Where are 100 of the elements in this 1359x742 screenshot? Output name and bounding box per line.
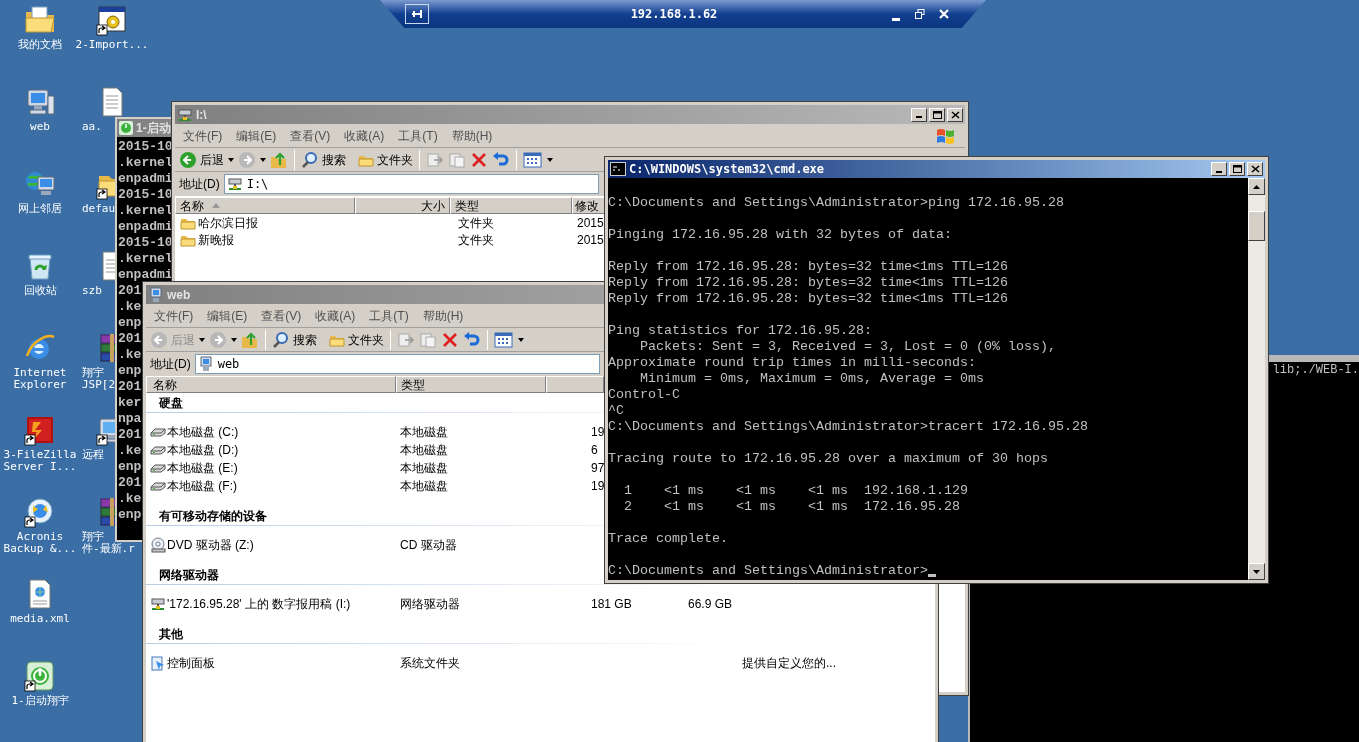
menu-item[interactable]: 查看(V) (261, 306, 302, 325)
desktop-icon-label[interactable]: media.xml (10, 613, 70, 625)
desktop-icon-label[interactable]: JSP[2 (82, 379, 116, 391)
desktop-icon-label[interactable]: 2-Import... (75, 39, 149, 51)
desktop-icon-label[interactable]: 远程 (82, 449, 104, 461)
column-header[interactable]: 名称 (146, 376, 396, 393)
menu-item[interactable]: 文件(F) (183, 126, 223, 145)
desktop-icon-label[interactable]: defau (82, 203, 116, 215)
pin-button[interactable] (405, 4, 429, 24)
caret-icon[interactable] (199, 337, 205, 342)
menu-item[interactable]: 帮助(H) (451, 126, 493, 145)
desktop-icon-label[interactable]: 翔宇 (82, 367, 104, 379)
menu-item[interactable]: 帮助(H) (422, 306, 464, 325)
delete-icon[interactable] (470, 150, 488, 169)
power-icon (119, 121, 133, 135)
scroll-thumb[interactable] (1248, 211, 1265, 241)
menu-item[interactable]: 工具(T) (369, 306, 409, 325)
desktop-icon-label[interactable]: web (30, 121, 50, 133)
console-line: 201 (118, 283, 142, 299)
drive-name[interactable]: DVD 驱动器 (Z:) (167, 536, 254, 554)
restore-button[interactable] (913, 7, 927, 21)
column-header[interactable]: 修改 (572, 197, 605, 214)
desktop-icon-label[interactable]: aa. (82, 121, 102, 133)
close-button[interactable] (1247, 162, 1263, 176)
caret-icon[interactable] (231, 337, 237, 342)
desktop-icon-label[interactable]: 1-启动翔宇 (11, 695, 69, 707)
drive-name[interactable]: 本地磁盘 (C:) (167, 423, 239, 441)
desktop-icon-label[interactable]: Acronis (16, 531, 64, 543)
item-comment: 提供自定义您的... (742, 655, 836, 672)
menu-item[interactable]: 收藏(A) (344, 126, 385, 145)
console-line: npa (118, 411, 142, 427)
caret-icon[interactable] (260, 157, 266, 162)
desktop-icon-label[interactable]: 翔宇 (82, 531, 104, 543)
desktop-icon-label[interactable]: 3-FileZilla (3, 449, 77, 461)
console-line: 2015-10 (118, 139, 173, 155)
drive-name[interactable]: 本地磁盘 (E:) (167, 459, 238, 477)
drive-name[interactable]: 控制面板 (167, 654, 215, 672)
address-field[interactable]: I:\ (223, 174, 599, 194)
desktop-icon-label[interactable]: szb (82, 285, 102, 297)
desktop-icon-label[interactable]: Internet (13, 367, 67, 379)
scroll-up-button[interactable] (1248, 178, 1265, 195)
maximize-button[interactable] (929, 107, 945, 122)
column-header[interactable]: 类型 (450, 197, 572, 214)
desktop-icon-label[interactable]: 回收站 (23, 285, 57, 297)
drive-name[interactable]: '172.16.95.28' 上的 数字报用稿 (I:) (167, 595, 351, 613)
power-icon[interactable] (24, 660, 56, 692)
drive-type: 本地磁盘 (399, 460, 449, 477)
desktop-icon-label[interactable]: Server I... (3, 461, 77, 473)
computer-icon (148, 286, 164, 303)
drive-name[interactable]: 本地磁盘 (F:) (167, 477, 237, 495)
file-name[interactable]: 哈尔滨日报 (198, 213, 258, 232)
desktop-icon-label[interactable]: Backup &... (3, 543, 77, 555)
close-button[interactable] (947, 107, 963, 122)
scrollbar[interactable] (1248, 178, 1265, 580)
desktop-icon-label[interactable]: 我的文档 (18, 39, 62, 51)
undo-icon[interactable] (492, 150, 510, 169)
caret-icon[interactable] (228, 157, 234, 162)
orb-icon[interactable] (24, 496, 56, 528)
folder-icon[interactable] (24, 4, 56, 36)
group-title: 有可移动存储的设备 (159, 507, 267, 525)
file-name[interactable]: 新晚报 (198, 230, 234, 249)
views-icon[interactable] (494, 330, 514, 349)
maximize-button[interactable] (1229, 162, 1245, 176)
minimize-button[interactable] (1211, 162, 1227, 176)
delete-icon[interactable] (441, 330, 459, 349)
menu-item[interactable]: 编辑(E) (236, 126, 277, 145)
console-output: C:\Documents and Settings\Administrator>ping 172.16.95.28 Pinging 172.16.95.28 with 32 bytes of data: Reply from 172.16.95.28: bytes=32 time<1ms TTL=126 Reply from 172.16.95.28: bytes=32 time<1ms TTL=126 Reply from 172.16.95.28: bytes=32 time<1ms TTL=126 Ping statistics for 172.16.95.28: Packets: Sent = 3, Received = 3, Lost = 0 (0% loss), Approximate round trip times in milli-seconds: Minimum = 0ms, Maximum = 0ms, Average = 0ms Control-C ^C C:\Documents and Settings\Administrator>tracert 172.16.95.28 Tracing route to 172.16.95.28 over a maximum of 30 hops 1 <1 ms <1 ms <1 ms 192.168.1.129 2 <1 ms <1 ms <1 ms 172.16.95.28 Trace complete. C:\Documents and Settings\Administrator> (608, 194, 1089, 579)
drive-name[interactable]: 本地磁盘 (D:) (167, 441, 239, 459)
address-field[interactable]: web (194, 354, 600, 374)
folders-button[interactable]: 文件夹 (329, 330, 384, 349)
app-window-icon[interactable] (96, 4, 128, 36)
back-button[interactable]: 后退 (179, 150, 224, 169)
search-button[interactable]: 搜索 (272, 330, 317, 349)
column-header[interactable]: 名称 (175, 197, 355, 214)
column-header[interactable]: 类型 (396, 376, 546, 393)
column-header[interactable]: 大小 (355, 197, 450, 214)
undo-icon[interactable] (463, 330, 481, 349)
views-icon[interactable] (523, 150, 543, 169)
desktop-icon-label[interactable]: Explorer (13, 379, 67, 391)
desktop-icon-label[interactable]: 网上邻居 (18, 203, 62, 215)
menu-item[interactable]: 工具(T) (398, 126, 438, 145)
caret-icon[interactable] (518, 337, 524, 342)
lightning-tile-icon[interactable] (24, 414, 56, 446)
minimize-button[interactable] (911, 107, 927, 122)
caret-icon[interactable] (547, 157, 553, 162)
folders-button[interactable]: 文件夹 (358, 150, 413, 169)
computer-icon[interactable] (24, 86, 56, 118)
file-modified: 2015 (576, 214, 604, 232)
menu-item[interactable]: 查看(V) (290, 126, 331, 145)
desktop-icon-label[interactable]: 件-最新.r (82, 543, 135, 555)
scroll-down-button[interactable] (1248, 563, 1265, 580)
console-line: .ke (118, 443, 142, 459)
search-button[interactable]: 搜索 (301, 150, 346, 169)
menu-item[interactable]: 编辑(E) (207, 306, 248, 325)
column-header[interactable] (546, 376, 604, 393)
address-label: 地址(D) (150, 356, 191, 373)
close-button[interactable] (937, 7, 951, 21)
menu-item[interactable]: 文件(F) (154, 306, 194, 325)
menu-item[interactable]: 收藏(A) (315, 306, 356, 325)
console-line: enp (118, 459, 142, 475)
